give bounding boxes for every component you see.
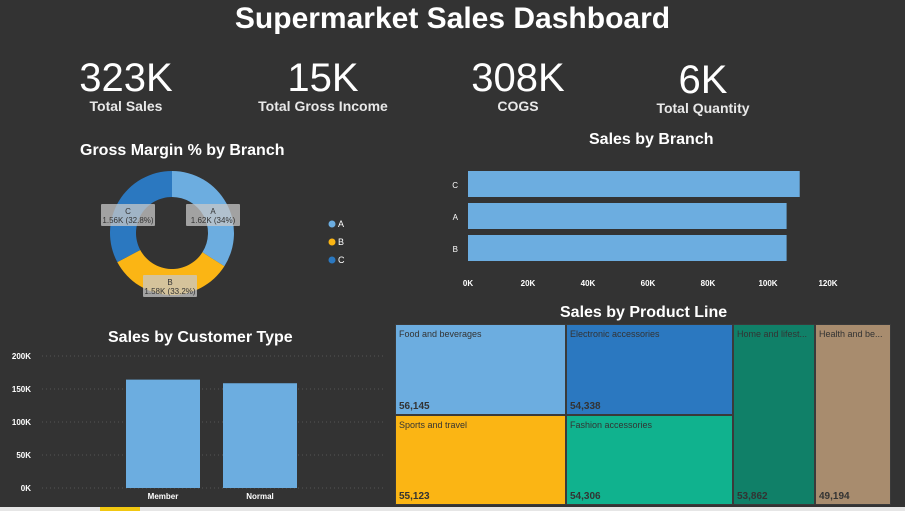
data-label-category: A (210, 207, 216, 216)
data-label-value: 1.56K (32.8%) (102, 216, 153, 225)
legend-label: B (338, 237, 344, 247)
treemap-tile[interactable]: Health and be... 49,194 (815, 324, 891, 505)
kpi-cogs: 308K COGS (418, 56, 618, 114)
x-tick-label: 60K (641, 279, 656, 288)
x-tick-label: 40K (581, 279, 596, 288)
kpi-value: 308K (471, 56, 565, 100)
treemap-tile[interactable]: Sports and travel 55,123 (395, 415, 566, 505)
dashboard-title: Supermarket Sales Dashboard (234, 2, 671, 35)
y-tick-label: 50K (16, 451, 31, 460)
x-tick-label: 0K (463, 279, 473, 288)
kpi-total-sales: 323K Total Sales (26, 56, 226, 114)
sales-by-customer-type-chart: 0K 50K 100K 150K 200K Member Normal (12, 352, 385, 501)
x-tick-label: 100K (758, 279, 777, 288)
data-label-category: B (167, 278, 172, 287)
y-tick-label: B (453, 245, 458, 254)
gross-margin-donut-chart: A1.62K (34%)B1.58K (33.2%)C1.56K (32.8%)… (101, 171, 345, 297)
x-tick-label: Member (148, 492, 179, 501)
tile-label: Home and lifest... (737, 329, 808, 339)
bar-branch-b (468, 235, 787, 261)
donut-chart-title: Gross Margin % by Branch (80, 142, 285, 159)
legend-label: A (338, 219, 344, 229)
y-tick-label: 100K (12, 418, 31, 427)
x-tick-label: 120K (818, 279, 837, 288)
tile-label: Sports and travel (399, 420, 468, 430)
y-tick-label: C (452, 181, 458, 190)
treemap-tile[interactable]: Electronic accessories 54,338 (566, 324, 733, 415)
treemap-tile[interactable]: Fashion accessories 54,306 (566, 415, 733, 505)
data-label-category: C (125, 207, 131, 216)
bar-normal (223, 383, 297, 488)
sales-by-product-line-title: Sales by Product Line (560, 304, 728, 321)
tile-label: Health and be... (819, 329, 883, 339)
sales-by-branch-chart: C A B 0K 20K 40K 60K 80K 100K 120K (452, 171, 838, 288)
kpi-value: 6K (678, 58, 728, 102)
legend-swatch (328, 256, 336, 264)
tile-value: 54,338 (570, 401, 601, 412)
tile-value: 54,306 (570, 491, 601, 502)
y-tick-label: 150K (12, 385, 31, 394)
legend-swatch (328, 238, 336, 246)
tile-label: Electronic accessories (570, 329, 660, 339)
tile-value: 55,123 (399, 491, 430, 502)
treemap-tile[interactable]: Food and beverages 56,145 (395, 324, 566, 415)
kpi-value: 323K (79, 56, 173, 100)
tile-label: Food and beverages (399, 329, 482, 339)
x-tick-label: Normal (246, 492, 274, 501)
y-tick-label: 200K (12, 352, 31, 361)
data-label-value: 1.62K (34%) (191, 216, 236, 225)
legend-label: C (338, 255, 345, 265)
bar-member (126, 379, 200, 488)
sales-by-product-line-treemap: Food and beverages 56,145 Sports and tra… (395, 324, 891, 505)
x-tick-label: 20K (521, 279, 536, 288)
kpi-total-gross-income: 15K Total Gross Income (223, 56, 423, 114)
tile-value: 56,145 (399, 401, 430, 412)
tile-value: 49,194 (819, 491, 850, 502)
y-tick-label: 0K (21, 484, 31, 493)
data-label-value: 1.58K (33.2%) (144, 287, 195, 296)
y-tick-label: A (453, 213, 459, 222)
legend-swatch (328, 220, 336, 228)
kpi-total-quantity: 6K Total Quantity (603, 58, 803, 116)
kpi-label: Total Quantity (656, 100, 750, 116)
sales-by-customer-type-title: Sales by Customer Type (108, 329, 293, 346)
sales-by-branch-title: Sales by Branch (589, 131, 714, 148)
kpi-label: Total Gross Income (258, 98, 388, 114)
kpi-label: COGS (497, 98, 539, 114)
treemap-tile[interactable]: Home and lifest... 53,862 (733, 324, 815, 505)
kpi-label: Total Sales (89, 98, 163, 114)
tile-label: Fashion accessories (570, 420, 653, 430)
active-page-tab[interactable] (100, 507, 140, 511)
kpi-value: 15K (287, 56, 359, 100)
x-tick-label: 80K (701, 279, 716, 288)
bar-branch-c (468, 171, 800, 197)
bar-branch-a (468, 203, 787, 229)
tile-value: 53,862 (737, 491, 768, 502)
